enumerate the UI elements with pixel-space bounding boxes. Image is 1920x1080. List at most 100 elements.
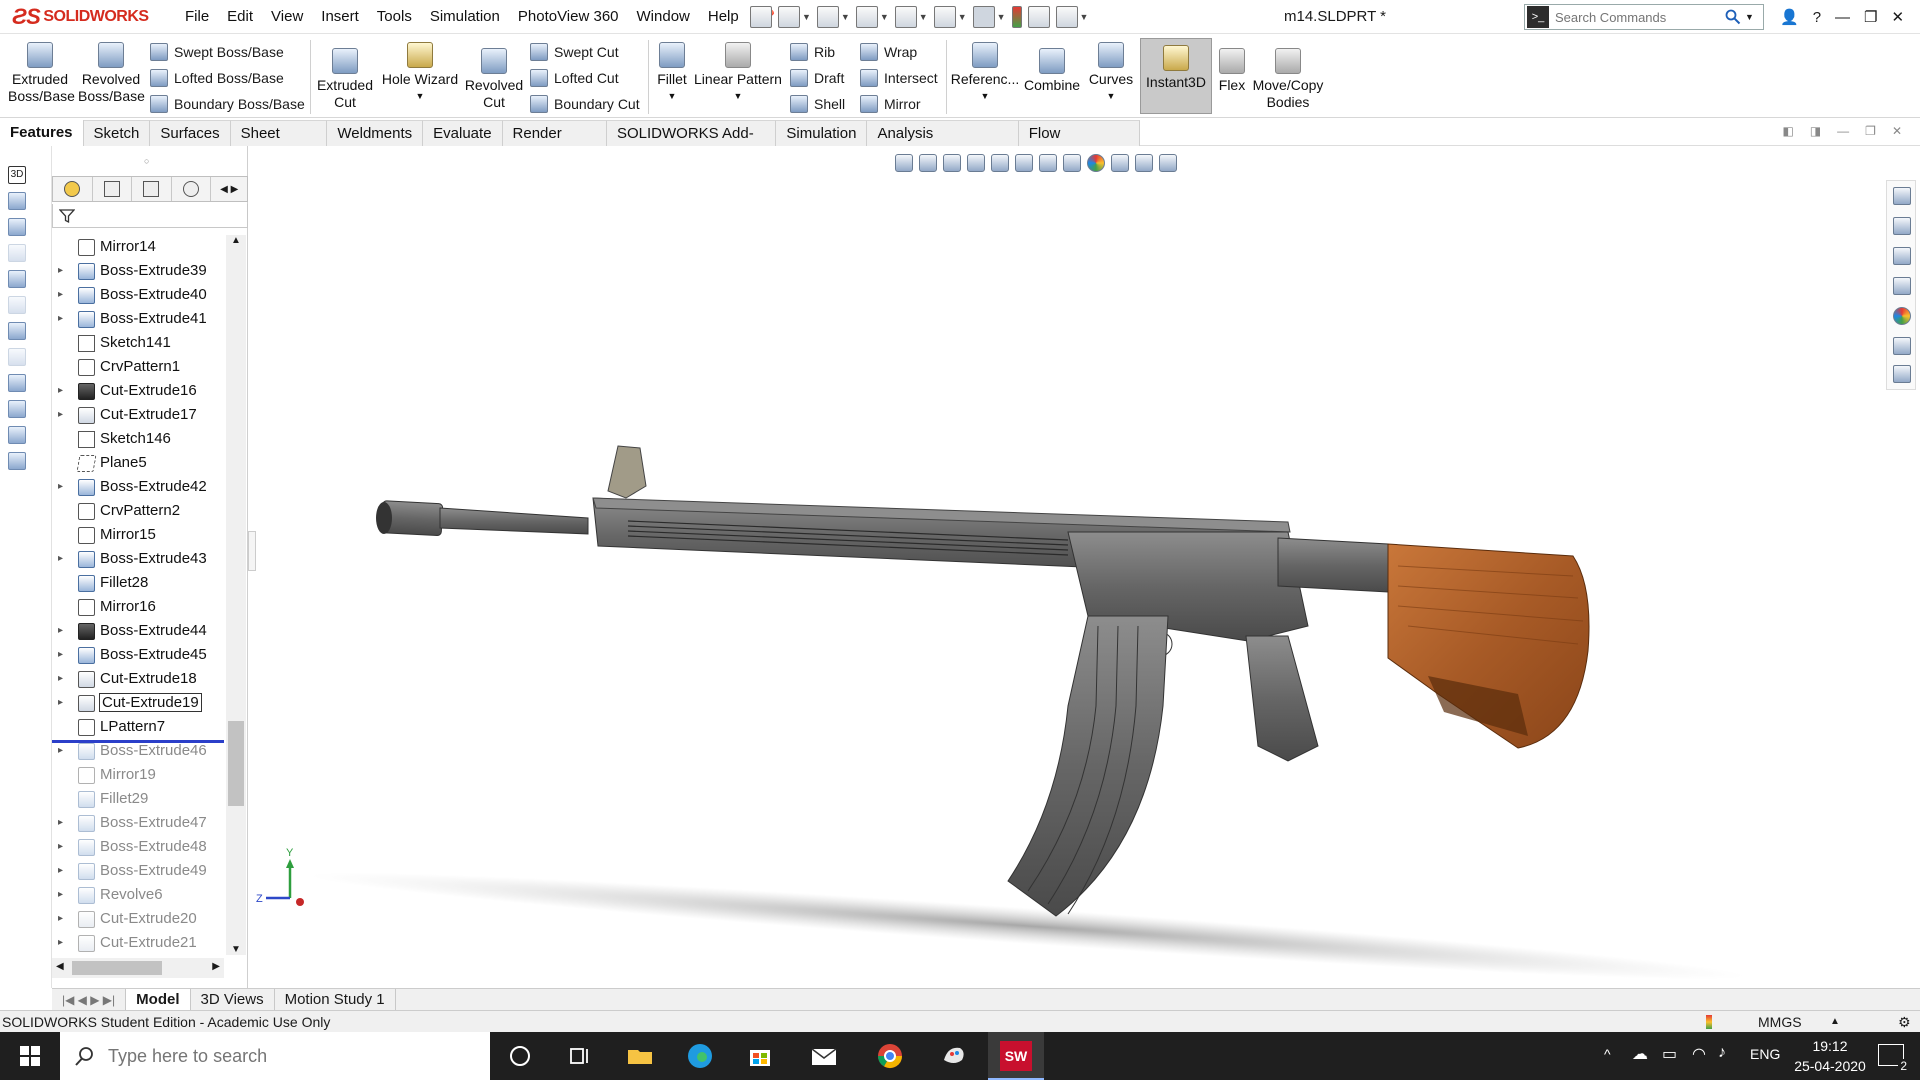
expand-arrow-icon[interactable]: ▸ — [58, 835, 68, 859]
chevron-down-icon[interactable]: ▼ — [694, 88, 782, 105]
tree-node[interactable]: ▸ Cut-Extrude19 — [52, 691, 224, 715]
chevron-down-icon[interactable]: ▼ — [958, 12, 967, 22]
tab-features[interactable]: Features — [0, 120, 84, 146]
tree-vertical-scrollbar[interactable]: ▲ ▼ — [226, 235, 246, 955]
linear-pattern-button[interactable]: Linear Pattern ▼ — [694, 42, 782, 105]
expand-arrow-icon[interactable]: ▸ — [58, 691, 68, 715]
tab-flow-simulation[interactable]: Flow Simulation — [1018, 120, 1140, 168]
tree-node[interactable]: Mirror15 — [52, 523, 224, 547]
taskbar-search[interactable] — [60, 1032, 490, 1080]
file-properties-icon[interactable] — [1027, 6, 1050, 28]
clock[interactable]: 19:12 25-04-2020 — [1790, 1036, 1870, 1076]
custom-properties-icon[interactable] — [1893, 337, 1911, 355]
tab-evaluate[interactable]: Evaluate — [423, 120, 503, 146]
rib-button[interactable]: Rib — [790, 42, 835, 62]
menu-edit[interactable]: Edit — [218, 0, 262, 34]
tab-weldments[interactable]: Weldments — [327, 120, 424, 146]
tree-node[interactable]: ▸ Boss-Extrude49 — [52, 859, 224, 883]
expand-arrow-icon[interactable]: ▸ — [58, 403, 68, 427]
tree-node[interactable]: ▸ Boss-Extrude47 — [52, 811, 224, 835]
expand-arrow-icon[interactable]: ▸ — [58, 931, 68, 955]
tree-node[interactable]: ▸ Cut-Extrude16 — [52, 379, 224, 403]
curves-button[interactable]: Curves ▼ — [1084, 42, 1138, 105]
volume-icon[interactable]: ♪ — [1718, 1044, 1726, 1062]
options-gear-icon[interactable] — [1055, 6, 1078, 28]
rebuild-icon[interactable] — [1011, 6, 1022, 28]
zoom-to-fit-icon[interactable] — [895, 154, 913, 172]
task-view-icon[interactable] — [564, 1040, 596, 1072]
flex-button[interactable]: Flex — [1216, 48, 1248, 94]
menu-tools[interactable]: Tools — [368, 0, 421, 34]
file-explorer-icon[interactable] — [1893, 247, 1911, 265]
search-commands-box[interactable]: >_ ▼ — [1524, 4, 1764, 30]
fillet-side-icon[interactable] — [8, 322, 26, 340]
fillet-button[interactable]: Fillet ▼ — [652, 42, 692, 105]
tab-dimxpert[interactable] — [172, 177, 212, 201]
tree-node[interactable]: Mirror16 — [52, 595, 224, 619]
tree-node[interactable]: ▸ Boss-Extrude45 — [52, 643, 224, 667]
save-icon[interactable] — [855, 6, 878, 28]
chevron-down-icon[interactable]: ▼ — [880, 12, 889, 22]
menu-file[interactable]: File — [176, 0, 218, 34]
expand-arrow-icon[interactable]: ▸ — [58, 643, 68, 667]
expand-arrow-icon[interactable]: ▸ — [58, 907, 68, 931]
tree-node[interactable]: ▸ Boss-Extrude42 — [52, 475, 224, 499]
boundary-cut-button[interactable]: Boundary Cut — [530, 94, 640, 114]
tab-3d-views[interactable]: 3D Views — [191, 989, 275, 1011]
extruded-cut-button[interactable]: Extruded Cut — [314, 48, 376, 111]
tree-node[interactable]: LPattern7 — [52, 715, 224, 739]
expand-arrow-icon[interactable]: ▸ — [58, 307, 68, 331]
expand-arrow-icon[interactable]: ▸ — [58, 883, 68, 907]
menu-help[interactable]: Help — [699, 0, 748, 34]
combine-button[interactable]: Combine — [1020, 48, 1084, 94]
intersect-button[interactable]: Intersect — [860, 68, 938, 88]
chevron-down-icon[interactable]: ▼ — [841, 12, 850, 22]
tab-sheet-metal[interactable]: Sheet Metal — [230, 120, 328, 168]
3d-view-icon[interactable]: 3D — [8, 166, 26, 184]
chevron-down-icon[interactable]: ▼ — [652, 88, 692, 105]
revolve-icon[interactable] — [8, 218, 26, 236]
pane-right-icon[interactable]: ◨ — [1810, 124, 1821, 138]
view-settings-icon[interactable] — [1135, 154, 1153, 172]
rib-side-icon[interactable] — [8, 400, 26, 418]
tree-node[interactable]: ▸ Cut-Extrude17 — [52, 403, 224, 427]
tab-sketch[interactable]: Sketch — [83, 120, 151, 146]
unit-system[interactable]: MMGS — [1758, 1011, 1802, 1033]
restore-icon[interactable]: ❐ — [1864, 8, 1877, 26]
swept-boss-button[interactable]: Swept Boss/Base — [150, 42, 284, 62]
store-icon[interactable] — [744, 1040, 776, 1072]
tab-analysis-preparation[interactable]: Analysis Preparation — [867, 120, 1019, 168]
previous-view-icon[interactable] — [943, 154, 961, 172]
chevron-down-icon[interactable]: ▼ — [1084, 88, 1138, 105]
menu-view[interactable]: View — [262, 0, 312, 34]
chevron-down-icon[interactable]: ▼ — [1745, 12, 1754, 22]
tree-node[interactable]: CrvPattern2 — [52, 499, 224, 523]
expand-arrow-icon[interactable]: ▸ — [58, 619, 68, 643]
display-pane-icon[interactable] — [1159, 154, 1177, 172]
wrap-button[interactable]: Wrap — [860, 42, 917, 62]
mirror-button[interactable]: Mirror — [860, 94, 921, 114]
tree-scroll-thumb[interactable] — [228, 721, 244, 806]
reference-side-icon[interactable] — [8, 452, 26, 470]
lofted-boss-button[interactable]: Lofted Boss/Base — [150, 68, 284, 88]
tab-motion-study[interactable]: Motion Study 1 — [275, 989, 396, 1011]
section-view-icon[interactable] — [967, 154, 985, 172]
scroll-left-icon[interactable]: ◀ — [56, 961, 64, 972]
tree-node[interactable]: Plane5 — [52, 451, 224, 475]
extrude-icon[interactable] — [8, 192, 26, 210]
appearances-icon[interactable] — [1893, 307, 1911, 325]
display-style-icon[interactable] — [1039, 154, 1057, 172]
view-orientation-icon[interactable] — [1015, 154, 1033, 172]
tab-nav-arrows[interactable]: |◀ ◀ ▶ ▶| — [52, 989, 127, 1011]
tree-node[interactable]: ▸ Boss-Extrude44 — [52, 619, 224, 643]
tree-node[interactable]: Fillet28 — [52, 571, 224, 595]
tree-node[interactable]: ▸ Cut-Extrude18 — [52, 667, 224, 691]
expand-arrow-icon[interactable]: ▸ — [58, 475, 68, 499]
tab-render-tools[interactable]: Render Tools — [502, 120, 607, 168]
scroll-right-icon[interactable]: ▶ — [212, 961, 220, 972]
expand-arrow-icon[interactable]: ▸ — [58, 811, 68, 835]
notifications-icon[interactable]: 2 — [1878, 1044, 1909, 1073]
tree-node[interactable]: ▸ Boss-Extrude39 — [52, 259, 224, 283]
draft-button[interactable]: Draft — [790, 68, 844, 88]
tab-model[interactable]: Model — [126, 989, 191, 1011]
